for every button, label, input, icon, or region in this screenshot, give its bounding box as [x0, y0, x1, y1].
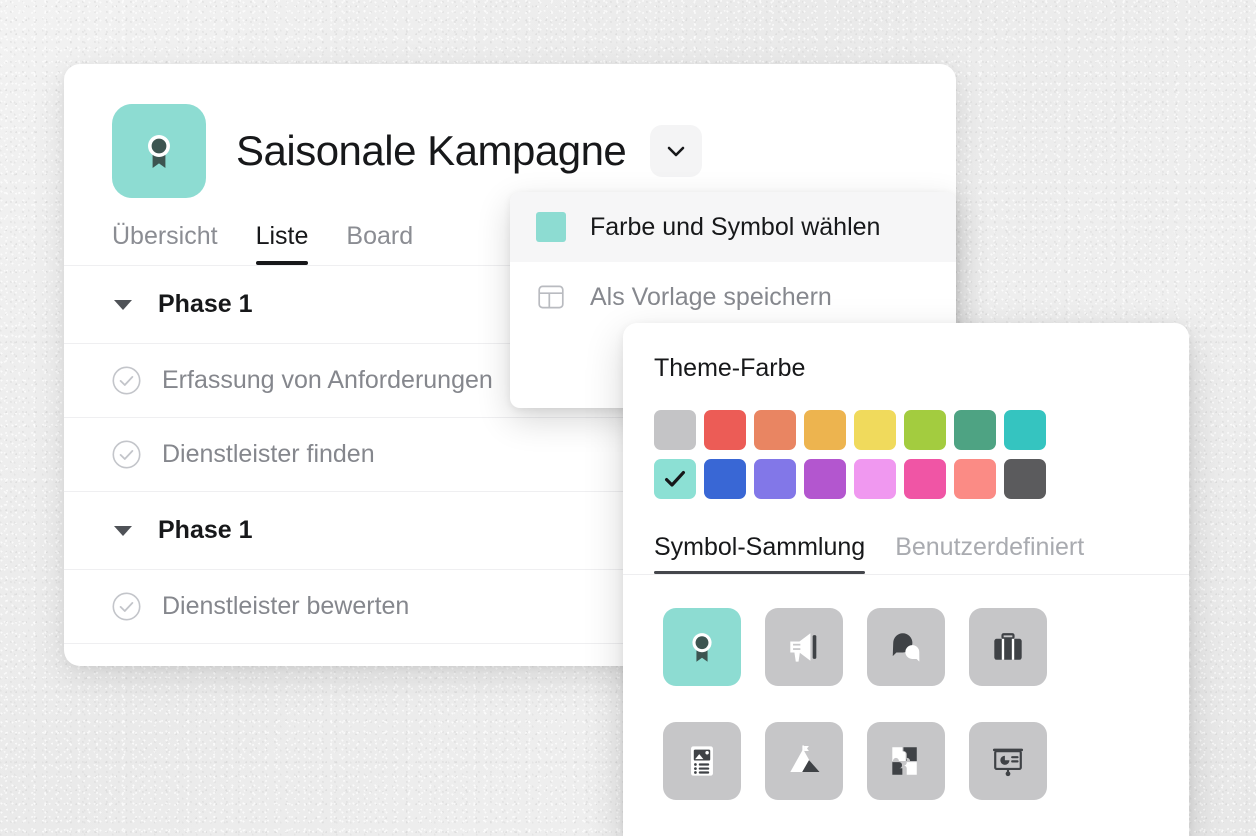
swatch-cell — [850, 405, 900, 454]
megaphone-icon — [790, 632, 817, 662]
tab-board[interactable]: Board — [346, 222, 413, 265]
color-swatch-6[interactable] — [904, 409, 946, 450]
symbol-article-image[interactable] — [663, 721, 741, 800]
menu-item-save-as-template[interactable]: Als Vorlage speichern — [510, 262, 956, 332]
menu-item-label: Farbe und Symbol wählen — [590, 212, 881, 241]
project-icon[interactable] — [112, 104, 206, 198]
color-swatch-icon — [536, 212, 566, 242]
award-ribbon-icon — [692, 632, 712, 662]
icon-cell — [651, 710, 753, 811]
task-label: Dienstleister finden — [162, 440, 375, 468]
symbol-award-ribbon[interactable] — [663, 607, 741, 686]
swatch-cell — [800, 405, 850, 454]
swatch-cell — [850, 454, 900, 503]
swatch-cell — [950, 405, 1000, 454]
article-image-icon — [691, 745, 713, 776]
color-swatch-11[interactable] — [754, 458, 796, 499]
briefcase-icon — [994, 632, 1022, 660]
symbol-megaphone[interactable] — [765, 607, 843, 686]
swatch-cell — [1000, 405, 1050, 454]
color-swatch-16[interactable] — [1004, 458, 1046, 499]
tab-symbol-sammlung[interactable]: Symbol-Sammlung — [654, 533, 866, 574]
picker-tabs: Symbol-Sammlung Benutzerdefiniert — [623, 503, 1189, 575]
menu-item-label: Als Vorlage speichern — [590, 282, 832, 311]
color-swatch-7[interactable] — [954, 409, 996, 450]
swatch-cell — [650, 454, 700, 503]
check-circle-icon[interactable] — [112, 440, 141, 469]
swatch-cell — [700, 454, 750, 503]
task-label: Erfassung von Anforderungen — [162, 366, 493, 394]
color-swatch-8[interactable] — [1004, 409, 1046, 450]
check-circle-icon[interactable] — [112, 592, 141, 621]
color-swatch-10[interactable] — [704, 458, 746, 499]
symbol-mountain-flag[interactable] — [765, 721, 843, 800]
caret-down-icon[interactable] — [112, 294, 134, 316]
theme-picker-panel: Theme-Farbe Symbol-Sammlung Benutzerdefi… — [623, 323, 1189, 836]
theme-color-title: Theme-Farbe — [654, 354, 806, 382]
color-swatch-13[interactable] — [854, 458, 896, 499]
color-swatch-3[interactable] — [754, 409, 796, 450]
symbol-presentation-board[interactable] — [969, 721, 1047, 800]
check-circle-icon[interactable] — [112, 366, 141, 395]
symbol-puzzle-pieces[interactable] — [867, 721, 945, 800]
color-swatch-4[interactable] — [804, 409, 846, 450]
checkmark-icon — [665, 470, 685, 487]
swatch-cell — [750, 454, 800, 503]
icon-cell — [957, 710, 1059, 811]
icon-cell — [855, 710, 957, 811]
swatch-cell — [900, 405, 950, 454]
swatch-cell — [650, 405, 700, 454]
swatch-cell — [700, 405, 750, 454]
swatch-cell — [800, 454, 850, 503]
color-swatch-12[interactable] — [804, 458, 846, 499]
task-label: Dienstleister bewerten — [162, 592, 410, 620]
color-swatch-5[interactable] — [854, 409, 896, 450]
caret-down-icon[interactable] — [112, 520, 134, 542]
theme-color-grid — [623, 383, 1189, 503]
project-header: Saisonale Kampagne — [64, 64, 956, 198]
icon-cell — [855, 596, 957, 697]
page-title: Saisonale Kampagne — [236, 127, 627, 174]
award-ribbon-icon — [148, 135, 170, 168]
chat-bubbles-icon — [892, 632, 920, 662]
color-swatch-15[interactable] — [954, 458, 996, 499]
chevron-down-icon — [667, 146, 685, 157]
swatch-cell — [950, 454, 1000, 503]
color-swatch-2[interactable] — [704, 409, 746, 450]
presentation-board-icon — [992, 748, 1024, 776]
tab-uebersicht[interactable]: Übersicht — [112, 222, 218, 265]
tab-liste[interactable]: Liste — [255, 222, 308, 265]
menu-item-choose-color-and-symbol[interactable]: Farbe und Symbol wählen — [510, 192, 956, 262]
symbol-grid — [623, 575, 1189, 811]
project-menu-button[interactable] — [650, 125, 703, 177]
color-swatch-1[interactable] — [654, 409, 696, 450]
swatch-cell — [1000, 454, 1050, 503]
mountain-flag-icon — [790, 744, 820, 772]
tab-benutzerdefiniert[interactable]: Benutzerdefiniert — [895, 533, 1084, 574]
template-layout-icon — [536, 282, 566, 312]
group-label: Phase 1 — [158, 516, 253, 544]
puzzle-pieces-icon — [892, 746, 917, 775]
color-swatch-14[interactable] — [904, 458, 946, 499]
icon-cell — [753, 710, 855, 811]
icon-cell — [753, 596, 855, 697]
group-label: Phase 1 — [158, 290, 253, 318]
swatch-cell — [750, 405, 800, 454]
icon-cell — [651, 596, 753, 697]
symbol-chat-bubbles[interactable] — [867, 607, 945, 686]
icon-cell — [957, 596, 1059, 697]
swatch-cell — [900, 454, 950, 503]
symbol-briefcase[interactable] — [969, 607, 1047, 686]
color-swatch-9-selected[interactable] — [654, 458, 696, 499]
